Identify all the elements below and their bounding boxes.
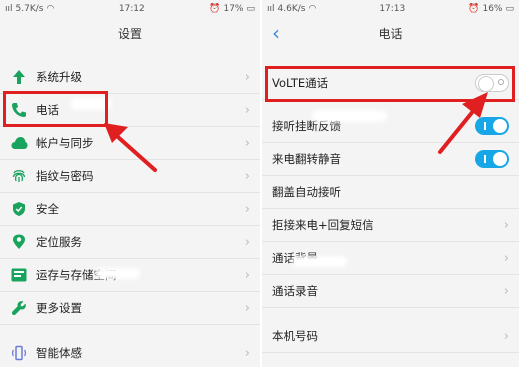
storage-icon [10,266,28,284]
redaction-smudge [95,268,140,279]
battery-level: 17% [223,3,244,14]
status-time: 17:12 [118,3,145,14]
redaction-smudge [292,256,347,267]
chevron-right-icon: › [503,250,509,266]
chevron-right-icon: › [244,69,250,85]
cloud-icon [10,134,28,152]
phone-number-setting[interactable]: 本机号码 › [262,320,519,353]
page-title: 设置 [117,26,142,41]
back-icon[interactable]: ‹ [272,21,280,45]
settings-item-security[interactable]: 安全 › [0,193,260,226]
chevron-right-icon: › [244,345,250,361]
chevron-right-icon: › [244,168,250,184]
status-time: 17:13 [379,3,406,14]
alarm-icon: ⏰ [468,3,480,14]
fingerprint-icon [10,167,28,185]
chevron-right-icon: › [244,102,250,118]
battery-level: 16% [482,3,503,14]
signal-icon: ııl [5,3,13,14]
battery-icon: ▭ [505,3,514,14]
redaction-smudge [312,110,387,122]
chevron-right-icon: › [244,267,250,283]
settings-item-system-update[interactable]: 系统升级 › [0,61,260,94]
page-title: 电话 [378,26,403,41]
flip-cover-auto-answer-setting[interactable]: 翻盖自动接听 [262,176,519,209]
chevron-right-icon: › [503,217,509,233]
location-icon [10,233,28,251]
chevron-right-icon: › [244,234,250,250]
wrench-icon [10,299,28,317]
status-bar: ııl 5.7K/s ◠ 17:12 ⏰ 17% ▭ [0,0,260,17]
wifi-icon: ◠ [46,3,55,14]
chevron-right-icon: › [244,300,250,316]
signal-icon: ııl [267,3,275,14]
highlight-box [3,91,108,127]
phone-settings-screen: ııl 4.6K/s ◠ 17:13 ⏰ 16% ▭ ‹ 电话 VoLTE通话 … [262,0,519,367]
shield-icon [10,200,28,218]
battery-icon: ▭ [246,3,255,14]
chevron-right-icon: › [244,201,250,217]
wifi-icon: ◠ [308,3,317,14]
network-speed: 4.6K/s [277,3,306,14]
alarm-icon: ⏰ [209,3,221,14]
settings-item-location[interactable]: 定位服务 › [0,226,260,259]
reject-with-sms-setting[interactable]: 拒接来电+回复短信 › [262,209,519,242]
chevron-right-icon: › [503,283,509,299]
status-bar: ııl 4.6K/s ◠ 17:13 ⏰ 16% ▭ [262,0,519,17]
arrow-up-icon [10,68,28,86]
chevron-right-icon: › [244,135,250,151]
chevron-right-icon: › [503,328,509,344]
phone-motion-icon [10,344,28,362]
red-arrow-icon [104,123,157,172]
settings-item-motion[interactable]: 智能体感 › [0,337,260,367]
call-recording-setting[interactable]: 通话录音 › [262,275,519,308]
red-arrow-icon [438,92,488,154]
settings-screen: ııl 5.7K/s ◠ 17:12 ⏰ 17% ▭ 设置 系统升级 › 电话 … [0,0,260,367]
settings-item-more[interactable]: 更多设置 › [0,292,260,325]
network-speed: 5.7K/s [15,3,44,14]
